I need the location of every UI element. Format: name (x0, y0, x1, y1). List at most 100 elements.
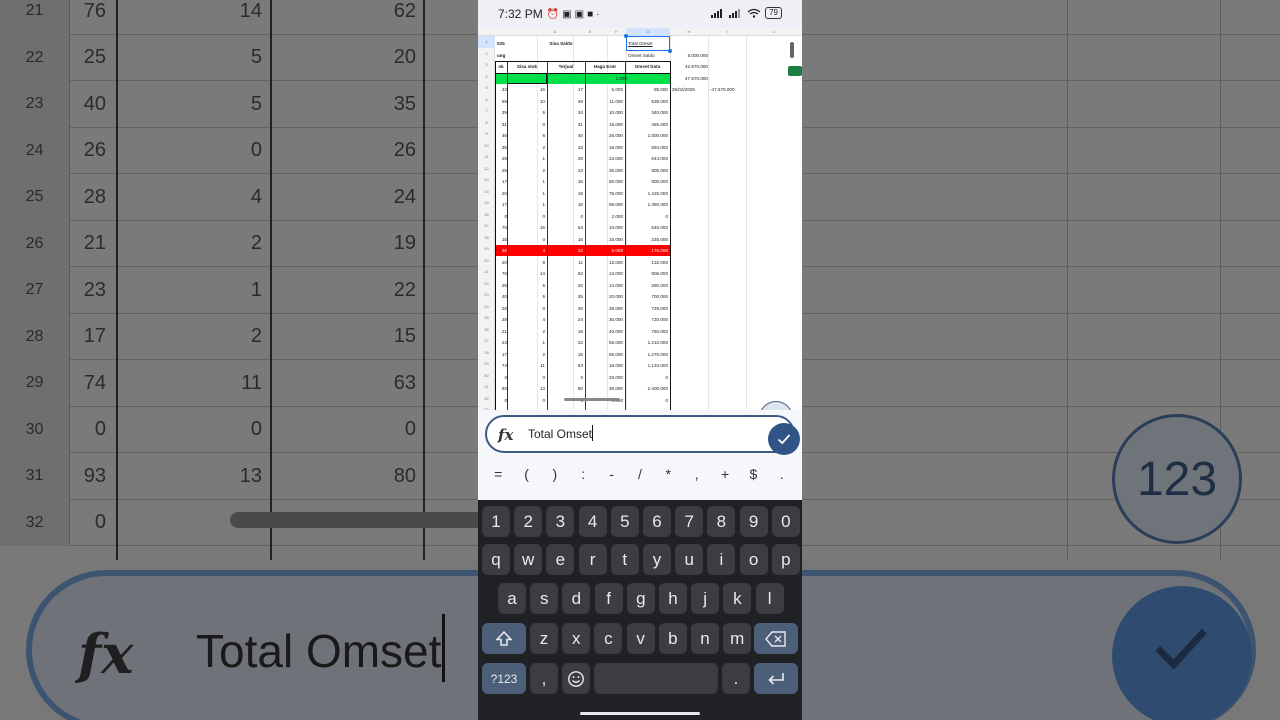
row-header[interactable]: 8 (478, 117, 495, 129)
key-l[interactable]: l (755, 583, 784, 614)
formula-symbol-key[interactable]: : (572, 466, 594, 486)
row-header[interactable]: 13 (478, 174, 495, 186)
period-key[interactable]: . (722, 663, 750, 694)
key-n[interactable]: n (691, 623, 719, 654)
formula-text[interactable]: Total Omset (528, 427, 592, 441)
home-indicator[interactable] (580, 712, 700, 715)
formula-symbol-key[interactable]: ) (544, 466, 566, 486)
row-header[interactable]: 4 (478, 71, 495, 83)
side-value[interactable]: 42.670.000 (670, 61, 710, 73)
key-k[interactable]: k (723, 583, 752, 614)
column-header[interactable]: I (708, 28, 746, 36)
row-header[interactable]: 16 (478, 209, 495, 221)
key-r[interactable]: r (578, 544, 607, 575)
row-header[interactable]: 20 (478, 255, 495, 267)
key-y[interactable]: y (643, 544, 671, 575)
row-header[interactable]: 1 (478, 36, 495, 48)
row-header[interactable]: 30 (478, 370, 495, 382)
row-header[interactable]: 32 (478, 393, 495, 405)
selection-handle-top[interactable] (624, 34, 628, 38)
symbols-key[interactable]: ?123 (482, 663, 526, 694)
selected-cell[interactable] (624, 34, 672, 53)
row-header[interactable]: 7 (478, 105, 495, 117)
row-header[interactable]: 15 (478, 197, 495, 209)
key-2[interactable]: 2 (514, 506, 543, 537)
horizontal-scrollbar[interactable] (564, 398, 620, 401)
formula-symbol-key[interactable]: + (714, 466, 736, 486)
row-header[interactable]: 6 (478, 94, 495, 106)
row2-label[interactable]: ung (495, 50, 515, 62)
side-date[interactable]: 25/02/2025 (670, 84, 706, 96)
key-u[interactable]: u (675, 544, 704, 575)
comma-key[interactable]: , (530, 663, 558, 694)
key-w[interactable]: w (514, 544, 543, 575)
formula-symbol-key[interactable]: $ (742, 466, 764, 486)
row2-omset-saldo[interactable]: Omset Saldo (626, 50, 670, 62)
key-5[interactable]: 5 (610, 506, 639, 537)
key-e[interactable]: e (546, 544, 575, 575)
row-header[interactable]: 14 (478, 186, 495, 198)
row-header[interactable]: 3 (478, 59, 495, 71)
row-header[interactable]: 21 (478, 266, 495, 278)
key-s[interactable]: s (530, 583, 559, 614)
key-3[interactable]: 3 (546, 506, 575, 537)
row-header[interactable]: 29 (478, 358, 495, 370)
formula-symbol-key[interactable]: . (771, 466, 793, 486)
row-header[interactable]: 22 (478, 278, 495, 290)
column-header[interactable]: D (537, 28, 573, 36)
key-8[interactable]: 8 (707, 506, 736, 537)
formula-symbol-key[interactable]: * (657, 466, 679, 486)
enter-key[interactable] (754, 663, 798, 694)
row-header[interactable]: 18 (478, 232, 495, 244)
emoji-key[interactable] (562, 663, 590, 694)
key-c[interactable]: c (594, 623, 623, 654)
selection-handle-bottom[interactable] (668, 49, 672, 53)
row-header[interactable]: 12 (478, 163, 495, 175)
column-header[interactable]: H (670, 28, 708, 36)
key-4[interactable]: 4 (578, 506, 607, 537)
key-0[interactable]: 0 (771, 506, 800, 537)
key-x[interactable]: x (562, 623, 591, 654)
key-a[interactable]: a (498, 583, 526, 614)
row-header[interactable]: 31 (478, 381, 495, 393)
side-value[interactable]: 47.670.000 (670, 73, 710, 85)
key-j[interactable]: j (691, 583, 720, 614)
space-key[interactable] (594, 663, 718, 694)
row-header[interactable]: 24 (478, 301, 495, 313)
key-g[interactable]: g (626, 583, 655, 614)
row-header[interactable]: 25 (478, 312, 495, 324)
formula-symbol-key[interactable]: / (629, 466, 651, 486)
column-header[interactable]: J (746, 28, 802, 36)
number-format-button[interactable]: 123 (759, 401, 793, 410)
row-header[interactable]: 19 (478, 243, 495, 255)
key-d[interactable]: d (562, 583, 591, 614)
key-h[interactable]: h (659, 583, 687, 614)
formula-symbol-key[interactable]: = (487, 466, 509, 486)
key-m[interactable]: m (723, 623, 752, 654)
key-i[interactable]: i (707, 544, 736, 575)
backspace-key[interactable] (754, 623, 798, 654)
key-9[interactable]: 9 (739, 506, 768, 537)
row-header[interactable]: 27 (478, 335, 495, 347)
title-year[interactable]: 025 (495, 38, 509, 50)
row-header[interactable]: 11 (478, 151, 495, 163)
key-v[interactable]: v (626, 623, 655, 654)
key-z[interactable]: z (530, 623, 558, 654)
formula-symbol-key[interactable]: - (601, 466, 623, 486)
shift-key[interactable] (482, 623, 526, 654)
row-header[interactable]: 23 (478, 289, 495, 301)
key-o[interactable]: o (739, 544, 768, 575)
title-sisa-saldo[interactable]: Sisa Saldo (541, 38, 581, 50)
side-panel-tab[interactable] (788, 66, 802, 76)
confirm-button[interactable] (768, 423, 800, 455)
key-1[interactable]: 1 (482, 506, 510, 537)
key-p[interactable]: p (771, 544, 800, 575)
row2-value[interactable]: 5.000.000 (670, 50, 710, 62)
formula-symbol-key[interactable]: , (686, 466, 708, 486)
row-header[interactable]: 5 (478, 82, 495, 94)
key-t[interactable]: t (610, 544, 639, 575)
key-f[interactable]: f (594, 583, 623, 614)
column-header[interactable]: E (573, 28, 607, 36)
key-7[interactable]: 7 (675, 506, 704, 537)
row-header[interactable]: 2 (478, 48, 495, 60)
